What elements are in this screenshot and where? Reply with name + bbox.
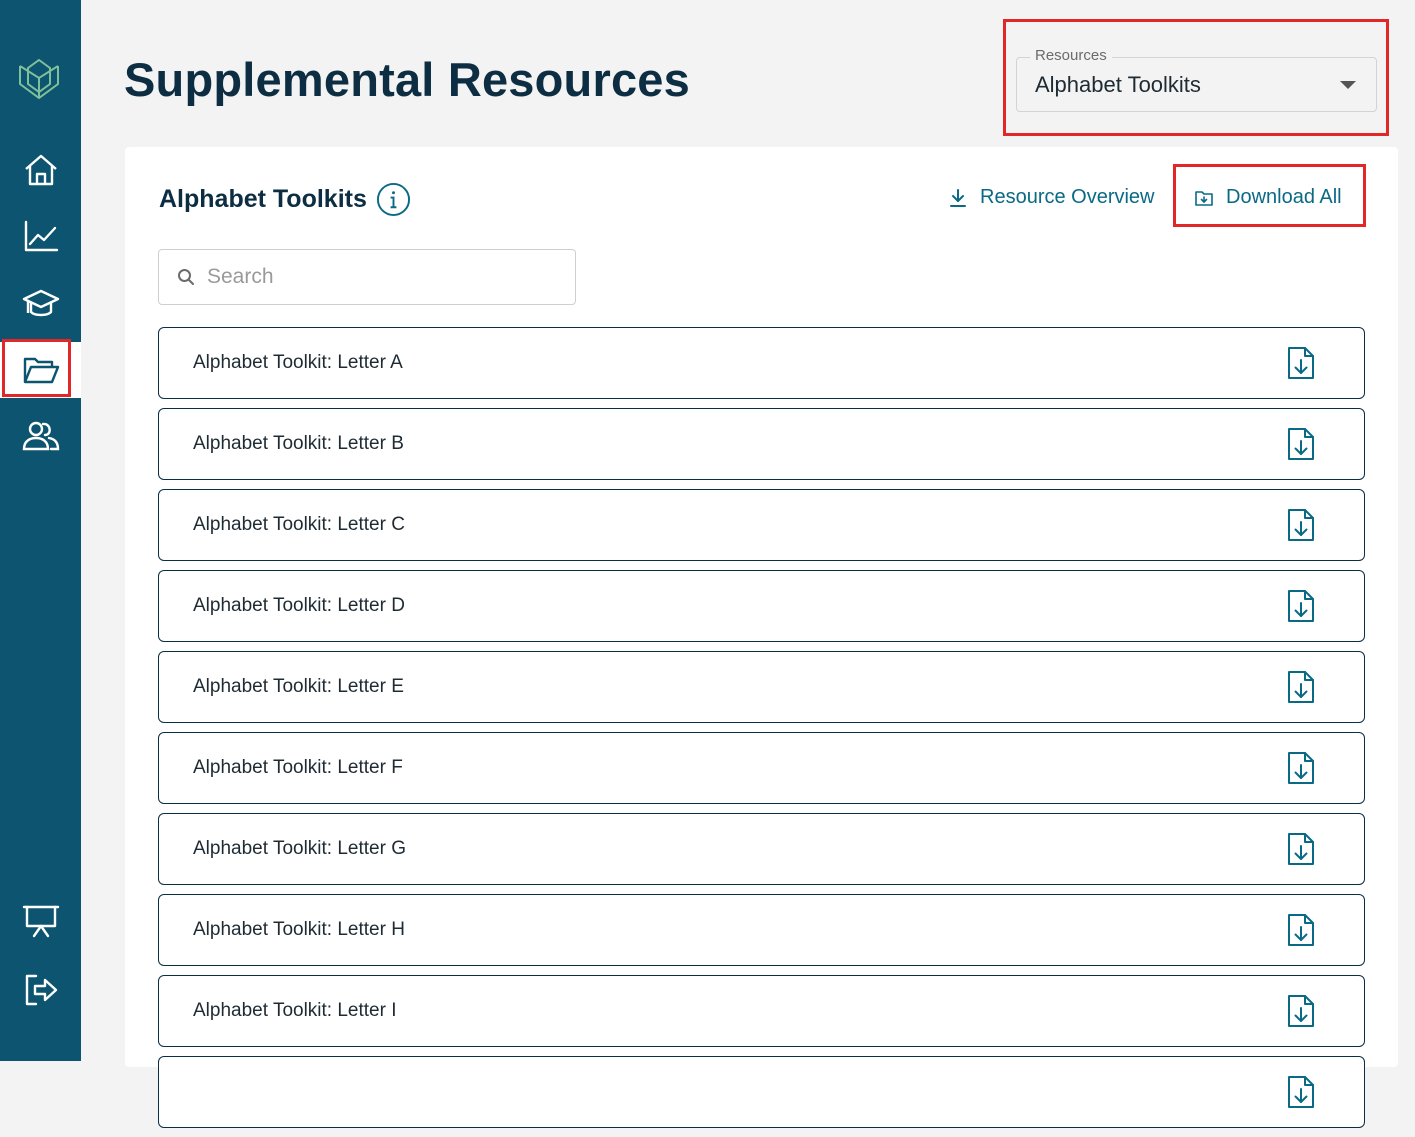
resource-row[interactable]: Alphabet Toolkit: Letter E (158, 651, 1365, 723)
resource-overview-label: Resource Overview (980, 186, 1155, 208)
sidebar-item-reports[interactable] (0, 208, 81, 264)
resource-row[interactable]: Alphabet Toolkit: Letter B (158, 408, 1365, 480)
resource-row-label: Alphabet Toolkit: Letter C (193, 514, 405, 535)
download-all-button[interactable]: Download All (1194, 186, 1342, 209)
resource-row[interactable] (158, 1056, 1365, 1128)
file-download-icon[interactable] (1286, 912, 1316, 948)
sidebar-item-logout[interactable] (0, 962, 81, 1018)
file-download-icon[interactable] (1286, 1074, 1316, 1110)
resource-row-label: Alphabet Toolkit: Letter D (193, 595, 405, 616)
resource-row[interactable]: Alphabet Toolkit: Letter D (158, 570, 1365, 642)
presentation-icon (22, 905, 59, 938)
resource-row-label: Alphabet Toolkit: Letter E (193, 676, 404, 697)
resource-row[interactable]: Alphabet Toolkit: Letter I (158, 975, 1365, 1047)
users-icon (22, 421, 59, 451)
logout-icon (25, 974, 57, 1006)
file-download-icon[interactable] (1286, 345, 1316, 381)
search-icon (178, 269, 194, 285)
file-download-icon[interactable] (1286, 750, 1316, 786)
resource-row[interactable]: Alphabet Toolkit: Letter F (158, 732, 1365, 804)
info-icon[interactable] (376, 182, 411, 217)
search-input[interactable] (205, 264, 569, 290)
resource-row-label: Alphabet Toolkit: Letter F (193, 757, 403, 778)
page-title: Supplemental Resources (124, 53, 690, 106)
search-box[interactable] (158, 249, 576, 305)
file-download-icon[interactable] (1286, 507, 1316, 543)
file-download-icon[interactable] (1286, 831, 1316, 867)
resource-list: Alphabet Toolkit: Letter A Alphabet Toolk… (158, 327, 1365, 1137)
folder-open-icon (23, 357, 59, 384)
caret-down-icon[interactable] (1340, 81, 1356, 89)
logo-icon (19, 58, 59, 100)
resource-row-label: Alphabet Toolkit: Letter A (193, 352, 403, 373)
file-download-icon[interactable] (1286, 669, 1316, 705)
resource-row-label: Alphabet Toolkit: Letter B (193, 433, 404, 454)
sidebar-item-learning[interactable] (0, 275, 81, 331)
sidebar-item-presentation[interactable] (0, 893, 81, 949)
chart-line-icon (24, 220, 58, 252)
download-all-label: Download All (1226, 186, 1342, 208)
resources-select-label: Resources (1030, 47, 1112, 64)
file-download-icon[interactable] (1286, 993, 1316, 1029)
resource-row-label: Alphabet Toolkit: Letter G (193, 838, 406, 859)
resource-row-label: Alphabet Toolkit: Letter I (193, 1000, 397, 1021)
sidebar-item-resources[interactable] (0, 342, 81, 398)
file-download-icon[interactable] (1286, 426, 1316, 462)
resource-row[interactable]: Alphabet Toolkit: Letter H (158, 894, 1365, 966)
home-icon (24, 154, 57, 186)
resource-row[interactable]: Alphabet Toolkit: Letter A (158, 327, 1365, 399)
sidebar (0, 0, 81, 1061)
resource-row-label: Alphabet Toolkit: Letter H (193, 919, 405, 940)
download-icon (950, 188, 966, 207)
resource-overview-button[interactable]: Resource Overview (948, 186, 1155, 209)
card-title: Alphabet Toolkits (159, 185, 367, 213)
folder-download-icon (1195, 190, 1213, 206)
file-download-icon[interactable] (1286, 588, 1316, 624)
sidebar-item-home[interactable] (0, 142, 81, 198)
resources-select-value[interactable]: Alphabet Toolkits (1035, 72, 1201, 98)
resource-row[interactable]: Alphabet Toolkit: Letter G (158, 813, 1365, 885)
resource-row[interactable]: Alphabet Toolkit: Letter C (158, 489, 1365, 561)
sidebar-item-users[interactable] (0, 408, 81, 464)
graduation-cap-icon (22, 289, 59, 317)
